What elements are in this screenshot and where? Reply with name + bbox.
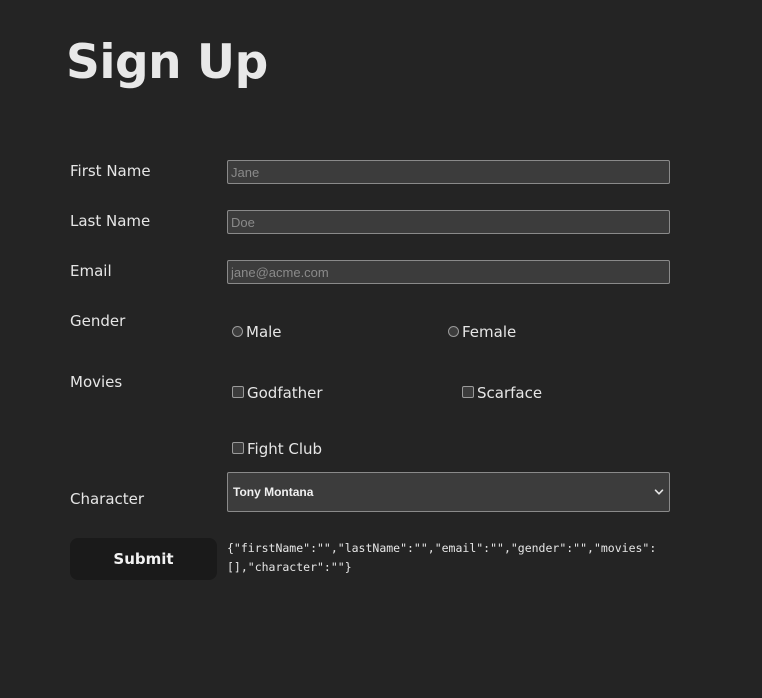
form-json-output: {"firstName":"","lastName":"","email":""… xyxy=(227,541,657,574)
last-name-input[interactable] xyxy=(227,210,670,234)
movie-option-fight-club[interactable]: Fight Club xyxy=(232,440,322,458)
movie-option-scarface[interactable]: Scarface xyxy=(462,384,542,402)
last-name-label: Last Name xyxy=(70,212,151,230)
first-name-label: First Name xyxy=(70,162,151,180)
character-select-value: Tony Montana xyxy=(233,485,314,499)
first-name-input[interactable] xyxy=(227,160,670,184)
email-input[interactable] xyxy=(227,260,670,284)
gender-label: Gender xyxy=(70,312,126,330)
character-select[interactable]: Tony Montana xyxy=(227,472,670,512)
gender-option-female[interactable]: Female xyxy=(448,323,516,341)
page-title: Sign Up xyxy=(66,35,268,90)
fight-club-checkbox[interactable] xyxy=(232,442,244,454)
movie-option-godfather[interactable]: Godfather xyxy=(232,384,323,402)
male-radio[interactable] xyxy=(232,325,243,337)
chevron-down-icon xyxy=(654,489,664,495)
movies-label: Movies xyxy=(70,373,123,391)
character-label: Character xyxy=(70,490,145,508)
godfather-checkbox[interactable] xyxy=(232,386,244,398)
gender-option-male[interactable]: Male xyxy=(232,323,282,341)
submit-button[interactable]: Submit xyxy=(70,538,217,580)
scarface-checkbox[interactable] xyxy=(462,386,474,398)
godfather-checkbox-label: Godfather xyxy=(247,384,323,402)
female-radio[interactable] xyxy=(448,325,459,337)
female-radio-label: Female xyxy=(462,323,517,341)
scarface-checkbox-label: Scarface xyxy=(477,384,543,402)
male-radio-label: Male xyxy=(246,323,282,341)
fight-club-checkbox-label: Fight Club xyxy=(247,440,323,458)
email-label: Email xyxy=(70,262,112,280)
